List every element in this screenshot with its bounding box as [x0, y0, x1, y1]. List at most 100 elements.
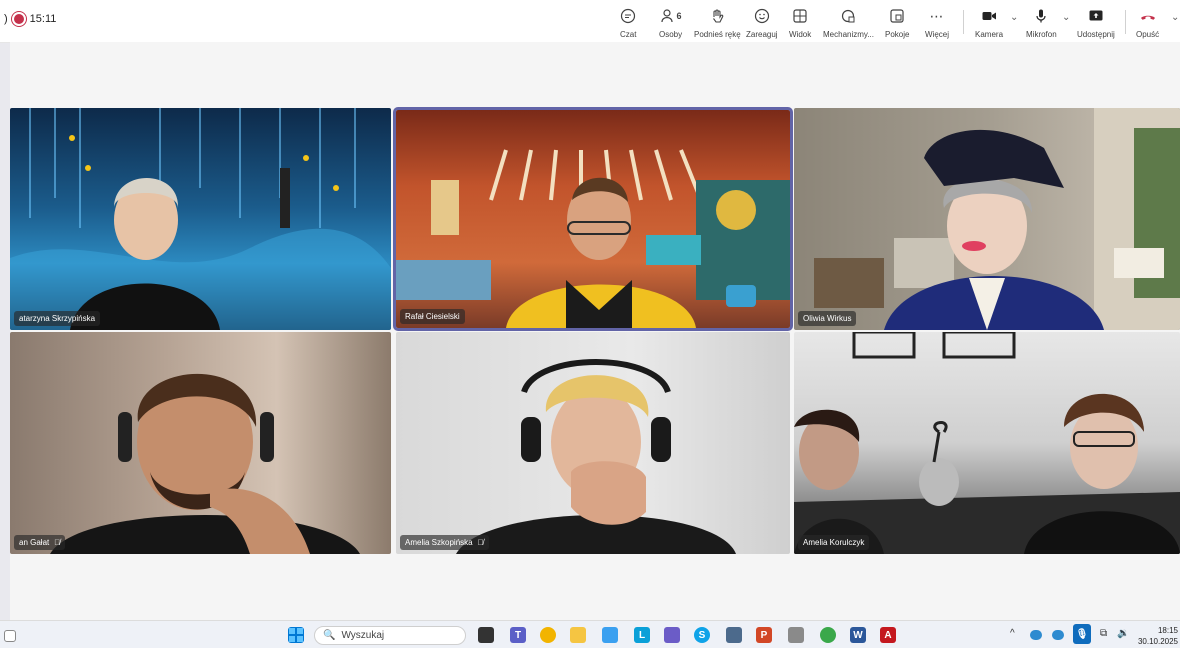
share-icon [1089, 10, 1103, 21]
raise-hand-button[interactable]: Podnieś rękę [694, 6, 741, 40]
clock-date: 30.10.2025 [1137, 637, 1178, 646]
view-label: Widok [789, 30, 812, 39]
divider [963, 10, 964, 34]
person-video [456, 359, 736, 554]
participant-name-label: Oliwia Wirkus [798, 311, 857, 326]
video-tile[interactable]: Amelia Szkopińska 🎙̸ [396, 332, 790, 554]
share-label: Udostępnij [1077, 30, 1115, 39]
mic-label: Mikrofon [1026, 30, 1057, 39]
skype-icon[interactable]: S [694, 627, 710, 643]
living-room-background [814, 108, 1180, 330]
people-label: Osoby [659, 30, 683, 39]
teams-icon[interactable]: T [510, 627, 526, 643]
participant-name: Oliwia Wirkus [803, 314, 852, 323]
more-label: Więcej [925, 30, 950, 39]
chat-button[interactable]: Czat [620, 6, 636, 40]
hang-up-icon [1140, 15, 1155, 20]
person-video [794, 332, 1180, 554]
camera-icon [982, 12, 996, 20]
task-view-icon[interactable] [478, 627, 494, 643]
start-icon[interactable] [288, 627, 304, 643]
leave-label: Opuść [1136, 30, 1160, 39]
video-tile-active-speaker[interactable]: Rafał Ciesielski [393, 107, 793, 331]
rooms-label: Pokoje [885, 30, 910, 39]
cloud-icon[interactable] [1052, 630, 1064, 640]
person-video [50, 373, 360, 554]
video-tile[interactable]: Amelia Korulczyk [794, 332, 1180, 554]
participant-name: atarzyna Skrzypińska [19, 314, 96, 323]
people-count: 6 [676, 11, 682, 21]
participant-name: an Gałat [19, 538, 50, 547]
pdf-icon[interactable]: A [880, 627, 896, 643]
camera-button[interactable]: Kamera [975, 6, 1003, 40]
participant-name-label: Rafał Ciesielski [400, 309, 465, 324]
cloud-icon[interactable] [1030, 630, 1042, 640]
mic-muted-icon: 🎙̸ [54, 538, 61, 547]
more-button[interactable]: ⋯ Więcej [925, 6, 949, 40]
meeting-toolbar: ) 15:11 Czat 6 Osoby Podnieś rękę Zareag… [0, 0, 1180, 43]
app-l-icon[interactable]: L [634, 627, 650, 643]
participant-name-label: Amelia Szkopińska 🎙̸ [400, 535, 489, 550]
chevron-up-icon[interactable]: ^ [1010, 628, 1015, 639]
apps-label: Mechanizmy... [823, 30, 874, 39]
participant-name: Amelia Szkopińska [405, 538, 473, 547]
chevron-down-icon[interactable]: ⌄ [1010, 12, 1018, 23]
word-icon[interactable]: W [850, 627, 866, 643]
chevron-down-icon[interactable]: ⌄ [1171, 12, 1179, 23]
participant-name-label: atarzyna Skrzypińska [14, 311, 101, 326]
network-icon[interactable]: ⧉ [1100, 628, 1107, 639]
video-tile[interactable]: Oliwia Wirkus [794, 108, 1180, 330]
room-background [396, 149, 790, 328]
react-label: Zareaguj [746, 30, 778, 39]
calculator-icon[interactable] [726, 627, 742, 643]
chrome-icon[interactable] [540, 627, 556, 643]
participant-name: Rafał Ciesielski [405, 312, 460, 321]
chat-icon [621, 8, 636, 24]
search-placeholder: Wyszukaj [341, 630, 385, 641]
video-stage: atarzyna Skrzypińska Rafał Ciesielski Ol… [10, 42, 1180, 620]
video-tile[interactable]: an Gałat 🎙̸ [10, 332, 391, 554]
partial-icon: ) [4, 13, 8, 25]
microphone-icon[interactable]: 🎙 [1073, 624, 1091, 644]
windows-taskbar: 🔍 Wyszukaj T L S P W A ^ 🎙 ⧉ 🔉 18:15 30.… [0, 620, 1180, 648]
meeting-timer: 15:11 [29, 13, 57, 25]
hand-icon [713, 9, 724, 23]
chat-label: Czat [620, 30, 637, 39]
emoji-icon [754, 8, 769, 24]
video-tile[interactable]: atarzyna Skrzypińska [10, 108, 391, 330]
recording-icon [13, 14, 24, 24]
widget-icon[interactable] [4, 630, 16, 642]
taskbar-search[interactable]: 🔍 Wyszukaj [314, 626, 466, 645]
people-button[interactable]: 6 Osoby [659, 6, 682, 40]
react-button[interactable]: Zareaguj [746, 6, 778, 40]
participant-name-label: an Gałat 🎙̸ [14, 535, 66, 550]
more-icon: ⋯ [929, 7, 945, 24]
chevron-down-icon[interactable]: ⌄ [1062, 12, 1070, 23]
grid-icon [793, 9, 807, 23]
app-icon[interactable] [664, 627, 680, 643]
mic-button[interactable]: Mikrofon [1026, 6, 1057, 40]
app-icon[interactable] [602, 627, 618, 643]
microphone-icon [1036, 9, 1046, 23]
raise-hand-label: Podnieś rękę [694, 30, 741, 39]
rooms-button[interactable]: Pokoje [885, 6, 909, 40]
folder-icon[interactable] [570, 627, 586, 643]
mic-muted-icon: 🎙̸ [477, 538, 484, 547]
chrome-icon[interactable] [820, 627, 836, 643]
apps-button[interactable]: Mechanizmy... [823, 6, 874, 40]
view-button[interactable]: Widok [789, 6, 811, 40]
people-icon [660, 9, 673, 23]
search-icon: 🔍 [323, 630, 336, 641]
powerpoint-icon[interactable]: P [756, 627, 772, 643]
system-clock[interactable]: 18:15 30.10.2025 [1138, 625, 1178, 647]
participant-name: Amelia Korulczyk [803, 538, 865, 547]
participant-name-label: Amelia Korulczyk [798, 535, 870, 550]
volume-icon[interactable]: 🔉 [1117, 628, 1129, 639]
apps-icon [842, 9, 855, 23]
share-button[interactable]: Udostępnij [1077, 6, 1115, 40]
app-icon[interactable] [788, 627, 804, 643]
leave-button[interactable]: Opuść [1136, 6, 1159, 40]
camera-label: Kamera [975, 30, 1004, 39]
waterfall-background [10, 108, 391, 330]
rooms-icon [890, 9, 904, 23]
